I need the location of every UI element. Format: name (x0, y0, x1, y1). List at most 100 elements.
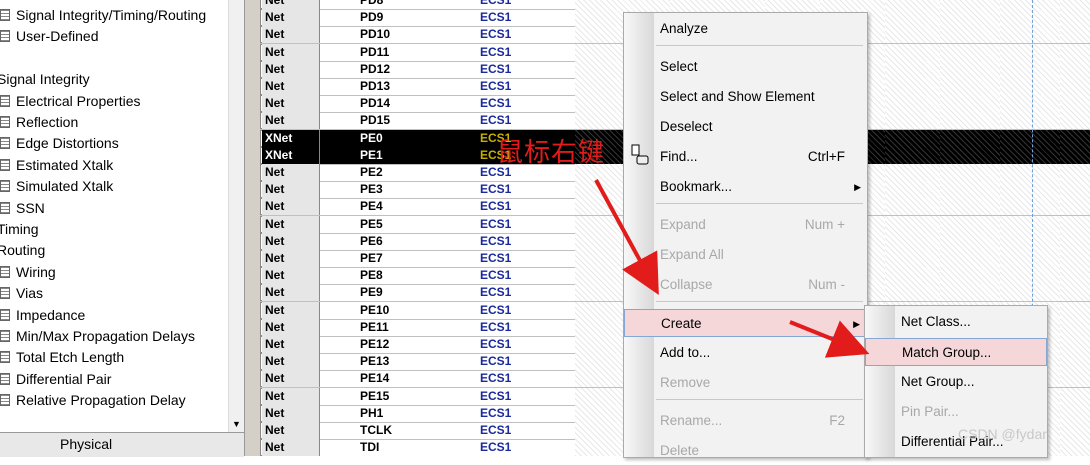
submenu-item-label: Net Class... (901, 314, 971, 329)
empty-cell (940, 250, 1001, 267)
tree-item[interactable]: Routing (0, 240, 45, 261)
tree-item-label: Simulated Xtalk (16, 178, 114, 195)
tree-item[interactable]: Reflection (0, 112, 78, 133)
rule-sheet-icon (0, 180, 10, 193)
tree-item[interactable]: Timing (0, 219, 39, 240)
tree-item-label: Differential Pair (16, 370, 112, 387)
object-type-cell: Net (262, 387, 320, 405)
tree-item[interactable]: Estimated Xtalk (0, 155, 113, 176)
tree-item[interactable]: Simulated Xtalk (0, 176, 113, 197)
empty-cell (885, 112, 941, 130)
topology-cell: ECS1 (480, 423, 512, 437)
topology-cell: ECS1 (480, 10, 512, 25)
tree-item[interactable]: Min/Max Propagation Delays (0, 326, 195, 347)
empty-cell (885, 164, 941, 181)
empty-cell (1000, 250, 1061, 267)
menu-item-delete[interactable]: Delete (624, 437, 867, 465)
empty-cell (1000, 43, 1061, 61)
empty-cell (1060, 232, 1090, 250)
menu-item-label: Expand (660, 217, 706, 232)
net-name-cell: PE12 (360, 337, 390, 351)
tree-item[interactable]: Vias (0, 283, 43, 304)
menu-item-add-to[interactable]: Add to... (624, 339, 867, 367)
empty-cell (1060, 250, 1090, 267)
menu-separator (656, 45, 863, 46)
tree-item[interactable]: Edge Distortions (0, 133, 119, 154)
empty-cell (885, 232, 941, 250)
empty-cell (940, 146, 1001, 164)
tree-item[interactable]: Impedance (0, 305, 85, 326)
empty-cell (820, 0, 886, 9)
menu-item-remove[interactable]: Remove (624, 369, 867, 397)
empty-cell (1060, 78, 1090, 95)
empty-cell (940, 181, 1001, 199)
topology-cell: ECS1 (480, 302, 512, 317)
menu-item-shortcut: F2 (829, 413, 845, 428)
object-type-cell: Net (262, 353, 320, 371)
topology-cell: ECS1 (480, 79, 512, 93)
tree-item[interactable]: Differential Pair (0, 369, 111, 390)
empty-cell (1060, 43, 1090, 61)
empty-cell (1060, 95, 1090, 113)
empty-cell (940, 232, 1001, 250)
tab-physical[interactable]: Physical (60, 436, 112, 452)
tree-item[interactable]: Total Etch Length (0, 347, 124, 368)
menu-item-collapse[interactable]: Collapse Num - (624, 271, 867, 299)
tree-item[interactable]: Signal Integrity (0, 69, 90, 90)
tree-tab-bar: Physical (0, 432, 244, 457)
topology-cell: ECS1 (480, 319, 512, 334)
menu-item-rename[interactable]: Rename... F2 (624, 407, 867, 435)
empty-cell (1060, 370, 1090, 388)
tree-item[interactable]: User-Defined (0, 26, 98, 47)
empty-cell (885, 60, 941, 78)
menu-item-bookmark[interactable]: Bookmark... ▶ (624, 173, 867, 201)
menu-item-find[interactable]: Find... Ctrl+F (624, 143, 867, 171)
submenu-item-label: Match Group... (902, 345, 992, 360)
tree-item[interactable]: Signal Integrity/Timing/Routing (0, 5, 206, 26)
menu-item-label: Bookmark... (660, 179, 733, 194)
topology-cell: ECS1 (480, 337, 512, 351)
empty-cell (885, 215, 941, 233)
menu-item-create[interactable]: Create ▶ (624, 309, 867, 337)
tree-item[interactable]: SSN (0, 198, 45, 219)
empty-cell (670, 0, 711, 9)
empty-cell (1000, 284, 1061, 302)
empty-cell (1060, 439, 1090, 456)
menu-item-expand-all[interactable]: Expand All (624, 241, 867, 269)
submenu-item-net-group[interactable]: Net Group... (865, 368, 1047, 396)
submenu-item-pin-pair[interactable]: Pin Pair... (865, 398, 1047, 426)
topology-cell: ECS1 (480, 182, 512, 197)
submenu-item-label: Pin Pair... (901, 404, 959, 419)
tree-item-label: Min/Max Propagation Delays (16, 328, 195, 344)
empty-cell (885, 26, 941, 44)
tree-item[interactable]: Wiring (0, 262, 56, 283)
object-type-cell: Net (262, 422, 320, 439)
empty-cell (1000, 129, 1061, 147)
menu-item-expand[interactable]: Expand Num + (624, 211, 867, 239)
scroll-down-arrow-icon[interactable]: ▼ (232, 419, 241, 429)
tree-item-label: SSN (16, 199, 45, 216)
empty-cell (1060, 129, 1090, 147)
empty-cell (1000, 95, 1061, 113)
menu-item-deselect[interactable]: Deselect (624, 113, 867, 141)
menu-item-select-and-show-element[interactable]: Select and Show Element (624, 83, 867, 111)
empty-cell (1060, 0, 1090, 9)
empty-cell (1060, 146, 1090, 164)
object-type-cell: Net (262, 267, 320, 285)
empty-cell (1060, 387, 1090, 405)
tree-item[interactable]: Relative Propagation Delay (0, 390, 186, 411)
topology-cell: ECS1 (480, 251, 512, 265)
empty-cell (1060, 198, 1090, 216)
tree-scrollbar[interactable]: ▼ (228, 0, 245, 432)
tree-item[interactable]: Electrical Properties (0, 91, 141, 112)
object-type-cell: Net (262, 370, 320, 388)
menu-item-select[interactable]: Select (624, 53, 867, 81)
menu-item-analyze[interactable]: Analyze (624, 15, 867, 43)
rule-sheet-icon (0, 30, 10, 43)
menu-separator (656, 203, 863, 204)
net-name-cell: PE14 (360, 371, 390, 386)
topology-cell: ECS1 (480, 405, 512, 420)
submenu-item-match-group[interactable]: Match Group... (865, 338, 1047, 366)
empty-cell (885, 129, 941, 147)
submenu-item-net-class[interactable]: Net Class... (865, 308, 1047, 336)
